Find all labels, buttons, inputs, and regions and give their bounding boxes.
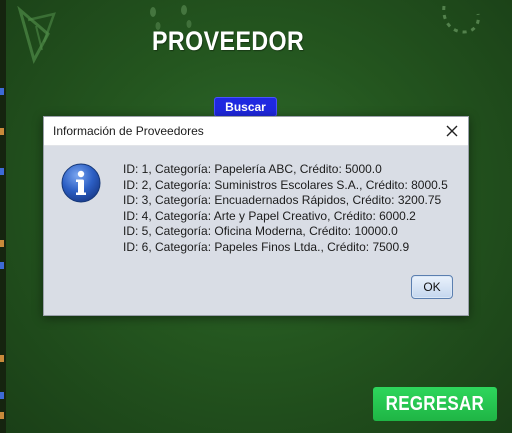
supplier-line: ID: 6, Categoría: Papeles Finos Ltda., C… xyxy=(123,239,410,254)
info-icon xyxy=(61,163,101,203)
dialog-titlebar[interactable]: Información de Proveedores xyxy=(44,117,468,146)
dialog-title: Información de Proveedores xyxy=(53,124,204,138)
supplier-line: ID: 5, Categoría: Oficina Moderna, Crédi… xyxy=(123,224,398,238)
supplier-line: ID: 1, Categoría: Papelería ABC, Crédito… xyxy=(123,162,382,176)
supplier-info-dialog: Información de Proveedores ID: 1, Catego… xyxy=(43,116,469,316)
supplier-line: ID: 3, Categoría: Encuadernados Rápidos,… xyxy=(123,193,442,207)
supplier-line: ID: 2, Categoría: Suministros Escolares … xyxy=(123,177,448,192)
page-title: PROVEEDOR xyxy=(152,26,305,56)
hook-decoration-icon xyxy=(442,5,480,34)
edge-mark xyxy=(0,168,4,175)
return-button[interactable]: REGRESAR xyxy=(373,387,497,421)
edge-mark xyxy=(0,262,4,269)
ok-button[interactable]: OK xyxy=(411,275,453,299)
supplier-line: ID: 4, Categoría: Arte y Papel Creativo,… xyxy=(123,208,416,223)
edge-mark xyxy=(0,88,4,95)
left-window-edge xyxy=(0,0,6,433)
leaf-decoration-icon xyxy=(17,6,56,64)
search-button[interactable]: Buscar xyxy=(214,97,277,117)
dialog-body: ID: 1, Categoría: Papelería ABC, Crédito… xyxy=(44,146,468,315)
close-icon[interactable] xyxy=(444,123,460,139)
edge-mark xyxy=(0,128,4,135)
edge-mark xyxy=(0,355,4,362)
supplier-list: ID: 1, Categoría: Papelería ABC, Crédito… xyxy=(123,162,448,255)
edge-mark xyxy=(0,240,4,247)
edge-mark xyxy=(0,412,4,419)
edge-mark xyxy=(0,392,4,399)
return-button-label: REGRESAR xyxy=(385,392,485,415)
